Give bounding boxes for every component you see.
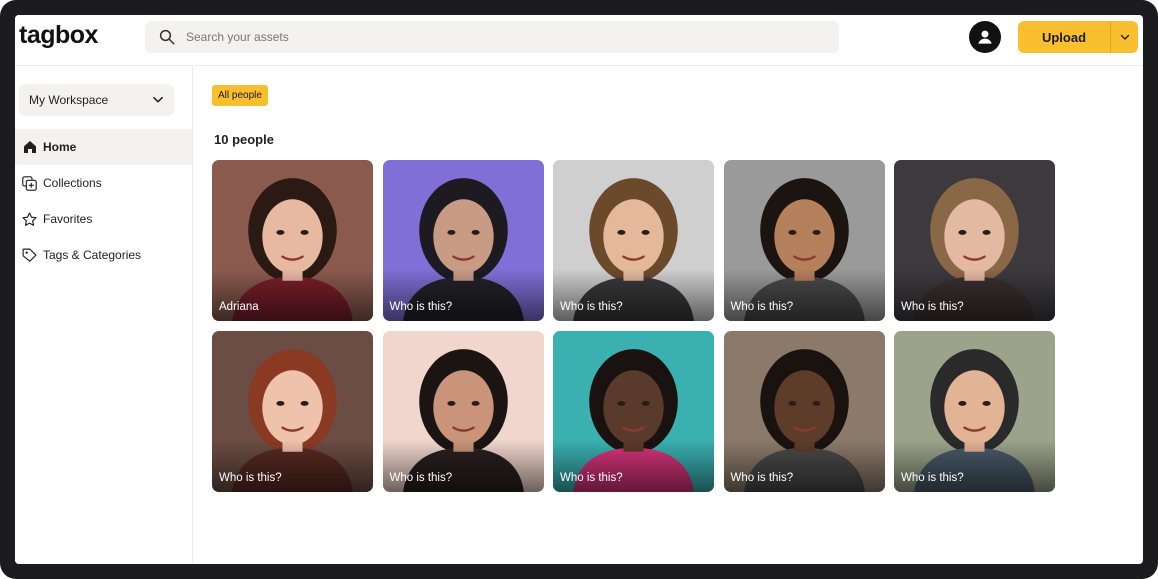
person-name-label[interactable]: Who is this?	[390, 472, 453, 484]
search-icon	[159, 29, 175, 45]
person-card[interactable]: Who is this?	[723, 160, 885, 321]
upload-options-button[interactable]	[1110, 21, 1138, 53]
person-name-label[interactable]: Who is this?	[390, 301, 453, 313]
person-name-label[interactable]: Adriana	[219, 301, 259, 313]
home-icon	[21, 139, 38, 156]
person-card[interactable]: Who is this?	[723, 331, 885, 492]
person-name-label[interactable]: Who is this?	[560, 472, 623, 484]
person-name-label[interactable]: Who is this?	[560, 301, 623, 313]
tagbox-logo[interactable]: tagbox	[19, 21, 98, 50]
upload-split-button: Upload	[1018, 21, 1138, 53]
person-card[interactable]: Adriana	[212, 160, 373, 321]
person-name-label[interactable]: Who is this?	[731, 301, 794, 313]
person-card[interactable]: Who is this?	[212, 331, 373, 492]
sidebar: My Workspace Home Collections Favorites …	[15, 66, 193, 564]
person-card[interactable]: Who is this?	[382, 331, 544, 492]
caption-gradient	[382, 440, 544, 492]
device-frame: tagbox Upload	[0, 0, 1158, 579]
people-count: 10 people	[214, 132, 274, 147]
person-card[interactable]: Who is this?	[894, 160, 1055, 321]
sidebar-item-label: Collections	[43, 176, 102, 190]
sidebar-item-collections[interactable]: Collections	[15, 165, 192, 201]
caption-gradient	[723, 269, 885, 321]
top-bar: tagbox Upload	[15, 15, 1143, 66]
collections-icon	[21, 175, 38, 192]
caption-gradient	[553, 440, 714, 492]
caption-gradient	[723, 440, 885, 492]
chevron-down-icon	[153, 96, 163, 103]
user-icon	[978, 30, 992, 44]
person-name-label[interactable]: Who is this?	[731, 472, 794, 484]
upload-button[interactable]: Upload	[1018, 21, 1110, 53]
workspace-label: My Workspace	[29, 93, 109, 107]
tag-icon	[21, 247, 38, 264]
sidebar-item-favorites[interactable]: Favorites	[15, 201, 192, 237]
people-grid: Adriana Who is this? Who is this? Who is th…	[212, 160, 1055, 492]
sidebar-item-tags-categories[interactable]: Tags & Categories	[15, 237, 192, 273]
sidebar-item-home[interactable]: Home	[15, 129, 192, 165]
chevron-down-icon	[1120, 34, 1129, 40]
person-card[interactable]: Who is this?	[382, 160, 544, 321]
main-content: All people 10 people Adriana Who is this?…	[193, 66, 1143, 564]
caption-gradient	[212, 440, 373, 492]
caption-gradient	[382, 269, 544, 321]
person-name-label[interactable]: Who is this?	[901, 301, 964, 313]
person-card[interactable]: Who is this?	[894, 331, 1055, 492]
search-bar[interactable]	[145, 21, 839, 53]
workspace-selector[interactable]: My Workspace	[19, 84, 174, 116]
sidebar-nav: Home Collections Favorites Tags & Catego…	[15, 129, 192, 273]
user-avatar-button[interactable]	[969, 21, 1001, 53]
caption-gradient	[894, 440, 1055, 492]
star-icon	[21, 211, 38, 228]
person-name-label[interactable]: Who is this?	[901, 472, 964, 484]
filter-chip-all-people[interactable]: All people	[212, 85, 268, 106]
search-input[interactable]	[186, 30, 786, 44]
sidebar-item-label: Home	[43, 140, 77, 154]
person-card[interactable]: Who is this?	[553, 160, 714, 321]
sidebar-item-label: Tags & Categories	[43, 248, 142, 262]
caption-gradient	[212, 269, 373, 321]
person-name-label[interactable]: Who is this?	[219, 472, 282, 484]
caption-gradient	[894, 269, 1055, 321]
person-card[interactable]: Who is this?	[553, 331, 714, 492]
sidebar-item-label: Favorites	[43, 212, 93, 226]
caption-gradient	[553, 269, 714, 321]
app-window: tagbox Upload	[15, 15, 1143, 564]
